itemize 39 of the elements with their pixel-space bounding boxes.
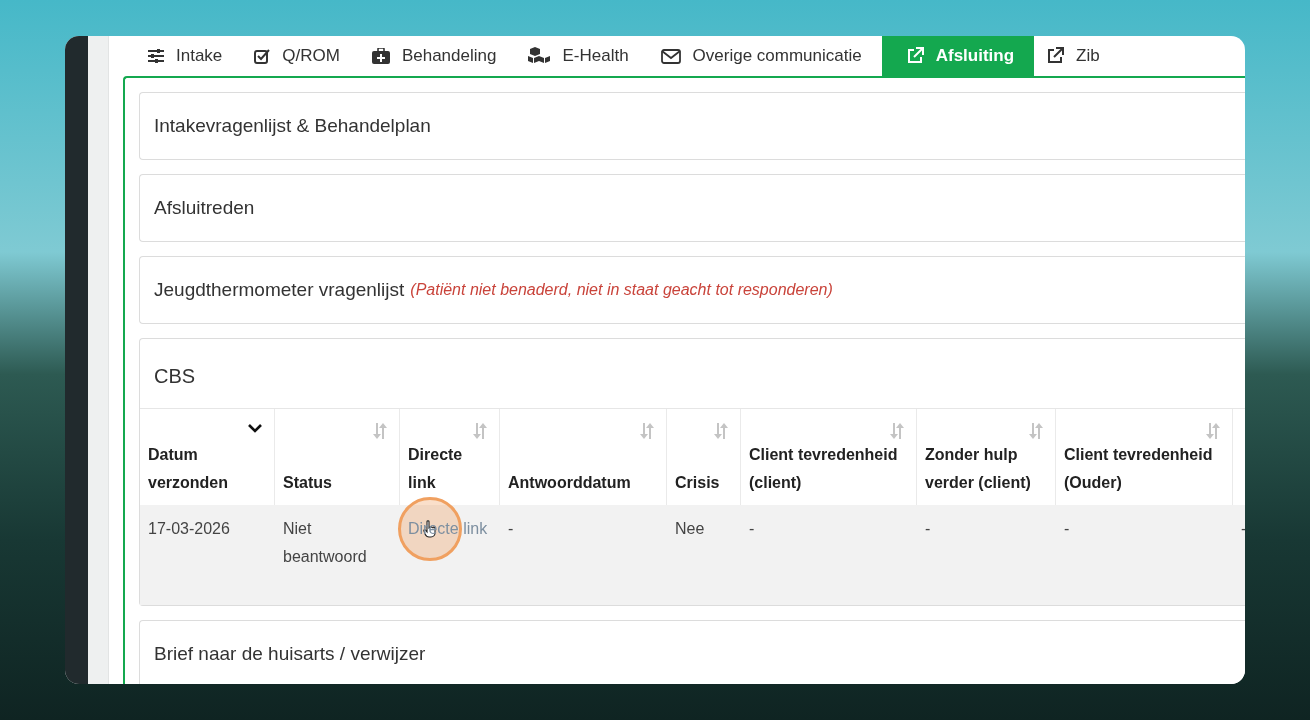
column-header[interactable]: Status xyxy=(275,409,400,505)
section-title: CBS xyxy=(153,364,197,389)
column-header[interactable]: Directe link xyxy=(400,409,500,505)
section-title: Brief naar de huisarts / verwijzer xyxy=(154,643,426,665)
table-cell: 17-03-2026 xyxy=(148,520,230,537)
tab[interactable]: Intake xyxy=(136,36,243,76)
column-header[interactable]: Zonder hulp verder (client) xyxy=(917,409,1056,505)
table-cell: - xyxy=(749,520,755,537)
table-cell: Nee xyxy=(675,520,705,537)
medkit-icon xyxy=(371,48,390,64)
section-title: Afsluitreden xyxy=(154,197,255,219)
external-link-icon xyxy=(905,47,924,65)
tab[interactable]: Behandeling xyxy=(359,36,517,76)
envelope-icon xyxy=(660,48,681,64)
table-cell: Niet beantwoord xyxy=(283,520,367,565)
section-header[interactable]: Brief naar de huisarts / verwijzer xyxy=(139,620,1245,684)
tab[interactable]: Overige communicatie xyxy=(648,36,882,76)
external-link-icon xyxy=(1046,47,1065,65)
section-note: (Patiënt niet benaderd, niet in staat geacht tot responderen) xyxy=(410,281,833,299)
column-header[interactable]: Antwoorddatum xyxy=(500,409,667,505)
column-header[interactable]: Client tevredenheid (Ouder) xyxy=(1056,409,1233,505)
table-cell: - xyxy=(925,520,931,537)
table-cell: - xyxy=(1064,520,1070,537)
section-title: Jeugdthermometer vragenlijst xyxy=(154,279,405,301)
section-header[interactable]: Intakevragenlijst & Behandelplan xyxy=(139,92,1245,160)
section-header[interactable]: Afsluitreden xyxy=(139,174,1245,242)
section-header[interactable]: Jeugdthermometer vragenlijst (Patiënt niet benaderd, niet in staat geacht tot responderen) xyxy=(139,256,1245,324)
column-header[interactable]: Client tevredenheid (client) xyxy=(741,409,917,505)
table-cell: - xyxy=(1241,520,1245,537)
tab[interactable]: E-Health xyxy=(516,36,649,76)
column-header[interactable]: Datum verzonden xyxy=(140,409,275,505)
sliders-icon xyxy=(148,49,164,63)
checkbox-icon xyxy=(254,48,271,64)
section-title: Intakevragenlijst & Behandelplan xyxy=(154,115,431,137)
cubes-icon xyxy=(528,47,551,65)
tab[interactable]: Zib xyxy=(1034,36,1120,76)
table-cell: - xyxy=(508,520,514,537)
column-header[interactable]: Crisis xyxy=(667,409,741,505)
tab[interactable]: Q/ROM xyxy=(242,36,360,76)
